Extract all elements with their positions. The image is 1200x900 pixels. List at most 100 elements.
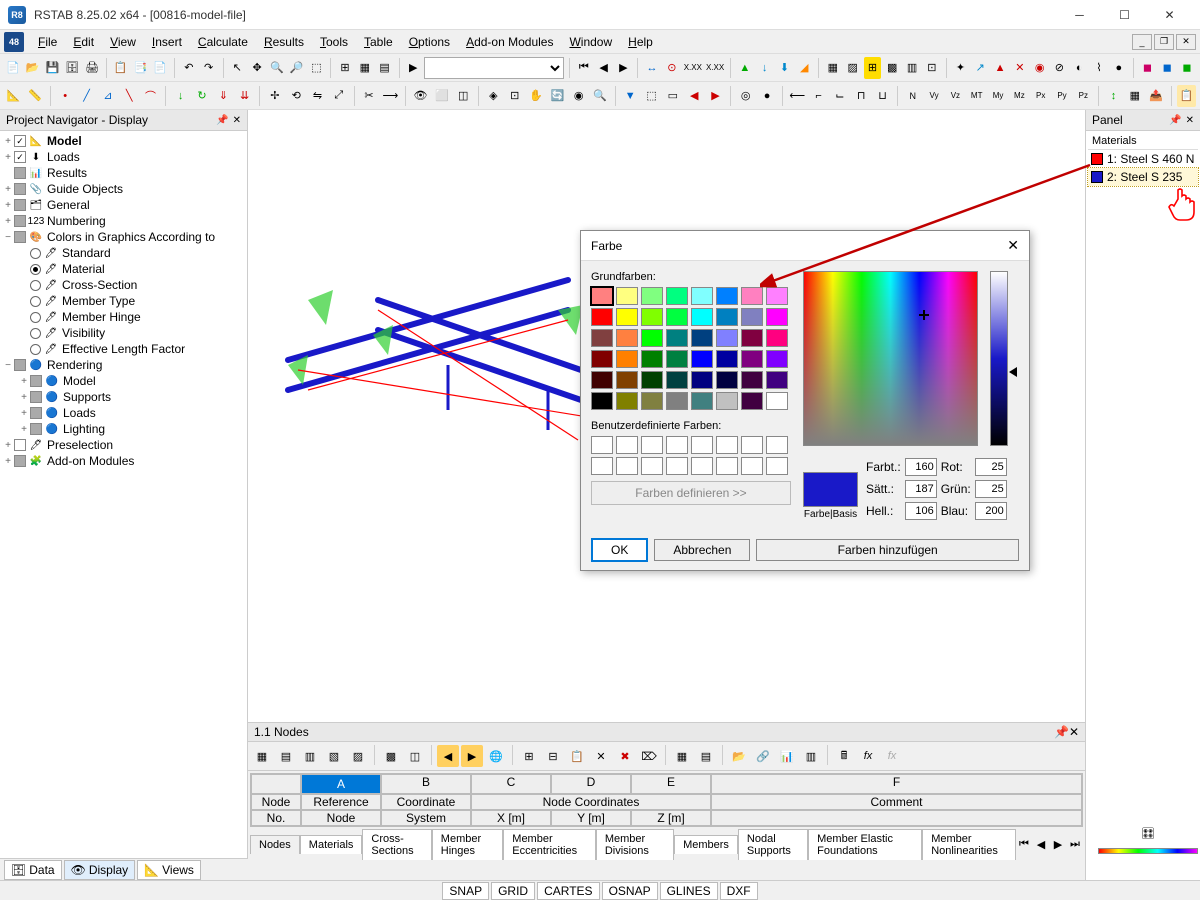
basic-color-cell[interactable] [591,392,613,410]
menu-calculate[interactable]: Calculate [190,33,256,51]
add-color-button[interactable]: Farben hinzufügen [756,539,1019,561]
basic-color-cell[interactable] [716,287,738,305]
tab-scroll-first[interactable]: ⏮ [1016,837,1032,853]
my-icon[interactable]: My [988,85,1007,107]
col-letter-E[interactable]: E [631,774,711,794]
sel-all-icon[interactable]: ⬚ [642,85,661,107]
status-dxf[interactable]: DXF [720,882,758,900]
tbl-icon[interactable]: ▦ [1125,85,1144,107]
nav-tab-data[interactable]: 🗄Data [4,860,62,880]
extend-icon[interactable]: ⟶ [381,85,400,107]
basic-color-cell[interactable] [641,392,663,410]
right-pin-icon[interactable]: 📌 [1169,115,1181,126]
report-icon[interactable]: 📑 [132,57,150,79]
mdi-minimize-button[interactable]: _ [1132,34,1152,50]
basic-color-cell[interactable] [716,371,738,389]
tbl-calc-icon[interactable]: 🖩 [833,745,855,767]
cursor-icon[interactable]: ↖ [228,57,246,79]
menu-insert[interactable]: Insert [144,33,190,51]
r5[interactable]: ⊔ [873,85,892,107]
window-icon[interactable]: ⊞ [336,57,354,79]
custom-color-cell[interactable] [591,436,613,454]
status-cartes[interactable]: CARTES [537,882,599,900]
custom-color-cell[interactable] [641,436,663,454]
new-icon[interactable]: 📄 [4,57,22,79]
status-osnap[interactable]: OSNAP [602,882,658,900]
tbl-excel-icon[interactable]: 📊 [776,745,798,767]
table-tab-member-elastic-foundations[interactable]: Member Elastic Foundations [808,829,922,860]
basic-color-cell[interactable] [666,308,688,326]
custom-color-cell[interactable] [766,436,788,454]
tree-item-member-hinge[interactable]: 🖊Member Hinge [2,309,245,325]
tbl-btn-2[interactable]: ▤ [275,745,297,767]
node-icon[interactable]: ⊙ [663,57,681,79]
tbl-btn-6[interactable]: ▩ [380,745,402,767]
status-grid[interactable]: GRID [491,882,535,900]
tbl-btn-7[interactable]: ◫ [404,745,426,767]
dialog-close-icon[interactable]: ✕ [1007,237,1019,254]
m1-icon[interactable]: ◼ [1139,57,1157,79]
basic-color-cell[interactable] [666,392,688,410]
find-icon[interactable]: 🔍 [268,57,286,79]
scale-icon[interactable]: X.XX [705,57,725,79]
tbl-btn-5[interactable]: ▨ [347,745,369,767]
undo-icon[interactable]: ↶ [180,57,198,79]
release-icon[interactable]: ⊘ [1051,57,1069,79]
rotate-icon[interactable]: ⟲ [287,85,306,107]
table-close-icon[interactable]: ✕ [1069,725,1079,739]
tbl-fx-icon[interactable]: fx [857,745,879,767]
custom-color-cell[interactable] [741,436,763,454]
sel-next-icon[interactable]: ▶ [706,85,725,107]
mass-icon[interactable]: ● [1110,57,1128,79]
define-colors-button[interactable]: Farben definieren >> [591,481,791,505]
close-button[interactable]: ✕ [1147,0,1192,30]
pz-icon[interactable]: Pz [1074,85,1093,107]
zoom-icon[interactable]: 🔎 [288,57,306,79]
menu-window[interactable]: Window [561,33,620,51]
tree-item-general[interactable]: +🗂General [2,197,245,213]
m2-icon[interactable]: ◼ [1158,57,1176,79]
basic-color-cell[interactable] [766,392,788,410]
tbl-btn-16[interactable]: ⌦ [638,745,660,767]
custom-color-cell[interactable] [691,436,713,454]
divide-icon[interactable]: ✂ [359,85,378,107]
basic-color-cell[interactable] [691,287,713,305]
basic-color-cell[interactable] [741,329,763,347]
custom-color-cell[interactable] [666,436,688,454]
color-gradient-picker[interactable] [803,271,978,446]
table-pin-icon[interactable]: 📌 [1054,725,1069,739]
filter-icon[interactable]: ▼ [621,85,640,107]
col-letter-A[interactable]: A [301,774,381,794]
px-icon[interactable]: Px [1031,85,1050,107]
tree-item-material[interactable]: 🖊Material [2,261,245,277]
basic-color-cell[interactable] [766,329,788,347]
tab-scroll-last[interactable]: ⏭ [1067,837,1083,853]
view-icon[interactable]: 👁 [411,85,430,107]
zoom-in-icon[interactable]: 🔍 [590,85,609,107]
green-input[interactable] [975,480,1007,498]
vy-icon[interactable]: Vy [924,85,943,107]
pin-icon[interactable]: 📌 [216,115,228,126]
cube-icon[interactable]: ◉ [569,85,588,107]
py-icon[interactable]: Py [1052,85,1071,107]
menu-file[interactable]: File [30,33,65,51]
basic-color-cell[interactable] [616,392,638,410]
custom-color-cell[interactable] [691,457,713,475]
tree-item-colors-in-graphics-according-to[interactable]: −🎨Colors in Graphics According to [2,229,245,245]
tbl-btn-18[interactable]: ▤ [695,745,717,767]
redo-icon[interactable]: ↷ [200,57,218,79]
basic-color-cell[interactable] [641,350,663,368]
table-tab-nodes[interactable]: Nodes [250,835,300,854]
first-icon[interactable]: ⏮ [575,57,593,79]
basic-color-cell[interactable] [591,308,613,326]
scale-tool-icon[interactable]: ⤢ [329,85,348,107]
tree-item-effective-length-factor[interactable]: 🖊Effective Length Factor [2,341,245,357]
tree-item-rendering[interactable]: −🔵Rendering [2,357,245,373]
basic-color-cell[interactable] [691,392,713,410]
grid6-icon[interactable]: ⊡ [923,57,941,79]
tbl-btn-1[interactable]: ▦ [251,745,273,767]
moment-icon[interactable]: ↻ [192,85,211,107]
basic-color-cell[interactable] [641,371,663,389]
basic-color-cell[interactable] [741,308,763,326]
tbl-btn-10[interactable]: 🌐 [485,745,507,767]
